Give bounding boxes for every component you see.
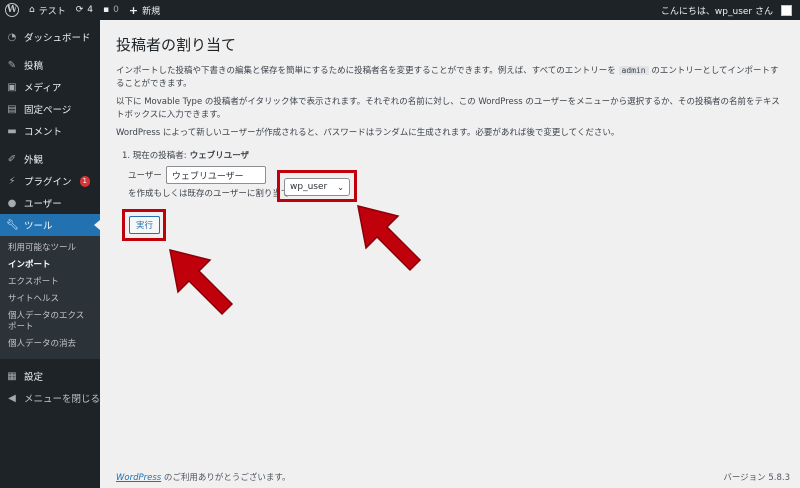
wordpress-link[interactable]: WordPress [116,473,161,483]
comment-bubble-icon: ▪ [103,5,110,15]
current-author-name: ウェブリユーザ [189,151,250,161]
sidebar-item-posts[interactable]: ✎ 投稿 [0,54,100,76]
comments-menu[interactable]: ▪ 0 [98,0,124,20]
sidebar-item-label: ツール [24,221,53,232]
assign-label: を作成もしくは既存のユーザーに割り当て: [128,189,293,199]
new-content-menu[interactable]: + 新規 [124,0,165,20]
password-paragraph: WordPress によって新しいユーザーが作成されると、パスワードはランダムに… [116,128,620,138]
footer-version: バージョン 5.8.3 [723,473,790,483]
user-icon: ● [7,197,17,209]
submenu-site-health[interactable]: サイトヘルス [0,291,100,308]
sidebar-item-label: 設定 [24,372,44,383]
current-author-label: 1. 現在の投稿者: [122,151,187,161]
site-name-menu[interactable]: ⌂ テスト [24,0,71,20]
sidebar-item-label: 固定ページ [24,105,72,116]
arrow-to-select-icon [357,204,422,272]
select-highlight-box [277,170,357,202]
admin-code: admin [618,66,649,75]
my-account-menu[interactable]: こんにちは、wp_user さん [656,0,800,20]
main-content: 投稿者の割り当て インポートした投稿や下書きの編集と保存を簡単にするために投稿者… [100,20,800,488]
user-name-input[interactable]: ウェブリユーザー [165,166,266,184]
footer-thanks-text: のご利用ありがとうございます。 [163,473,291,483]
sidebar-item-settings[interactable]: ▦ 設定 [0,365,100,387]
dashboard-icon: ◔ [7,31,17,43]
sidebar-item-label: メディア [24,83,62,94]
brush-icon: ✐ [7,153,17,165]
sidebar-item-appearance[interactable]: ✐ 外観 [0,148,100,170]
collapse-icon: ◀ [8,392,16,404]
comments-count: 0 [113,5,119,15]
wordpress-logo-icon: W [5,3,19,17]
sidebar-item-label: 外観 [24,155,44,166]
page-icon: ▤ [7,103,17,115]
footer-thanks: WordPress のご利用ありがとうございます。 [116,471,291,483]
tools-submenu: 利用可能なツール インポート エクスポート サイトヘルス 個人データのエクスポー… [0,236,100,359]
submenu-erase-personal-data[interactable]: 個人データの消去 [0,336,100,353]
updates-count: 4 [87,5,94,15]
updates-icon: ⟳ [75,5,84,15]
sidebar-item-media[interactable]: ▣ メディア [0,76,100,98]
new-label: 新規 [142,6,161,17]
submit-highlight-box [122,209,166,241]
wrench-icon: 🔧︎ [6,219,19,231]
plugin-icon: ⚡ [8,175,16,187]
sidebar-item-dashboard[interactable]: ◔ ダッシュボード [0,26,100,48]
submenu-available-tools[interactable]: 利用可能なツール [0,240,100,257]
sidebar-item-label: ダッシュボード [24,33,91,44]
user-label: ユーザー [128,171,162,181]
wp-logo-menu[interactable]: W [0,0,24,20]
plugin-update-badge: 1 [79,175,90,187]
settings-icon: ▦ [7,370,17,382]
admin-sidebar: ◔ ダッシュボード ✎ 投稿 ▣ メディア ▤ 固定ページ ▬ コメント ✐ 外観 ⚡ プラグ… [0,20,100,488]
page-title: 投稿者の割り当て [116,36,237,54]
intro-paragraph: インポートした投稿や下書きの編集と保存を簡単にするために投稿者名を変更することが… [116,64,786,91]
sidebar-item-tools[interactable]: 🔧︎ ツール [0,214,100,236]
admin-bar: W ⌂ テスト ⟳ 4 ▪ 0 + 新規 こんにちは、wp_user さん [0,0,800,20]
home-icon: ⌂ [29,5,35,15]
submenu-import[interactable]: インポート [0,257,100,274]
intro-text: インポートした投稿や下書きの編集と保存を簡単にするために投稿者名を変更することが… [116,66,616,76]
sidebar-item-label: コメント [24,127,63,138]
submenu-export-personal-data[interactable]: 個人データのエクスポート [0,308,96,336]
sidebar-item-pages[interactable]: ▤ 固定ページ [0,98,100,120]
sidebar-item-users[interactable]: ● ユーザー [0,192,100,214]
sidebar-item-label: プラグイン [24,177,72,188]
sidebar-item-plugins[interactable]: ⚡ プラグイン 1 [0,170,100,192]
arrow-to-submit-icon [169,248,234,316]
media-icon: ▣ [7,81,17,93]
pin-icon: ✎ [7,59,17,71]
submenu-export[interactable]: エクスポート [0,274,100,291]
sidebar-item-label: 投稿 [24,61,44,72]
comment-icon: ▬ [7,125,17,137]
sidebar-item-comments[interactable]: ▬ コメント [0,120,100,142]
author-mapping: 1. 現在の投稿者: ウェブリユーザ ユーザー ウェブリユーザー を作成もしくは… [122,149,422,199]
sidebar-item-label: メニューを閉じる [24,394,101,405]
site-name: テスト [38,6,66,17]
updates-menu[interactable]: ⟳ 4 [71,0,98,20]
avatar [781,4,792,16]
greeting: こんにちは、wp_user さん [660,6,773,17]
plus-icon: + [128,3,139,17]
collapse-menu-button[interactable]: ◀ メニューを閉じる [0,387,100,409]
sidebar-item-label: ユーザー [24,199,62,210]
authors-paragraph: 以下に Movable Type の投稿者がイタリック体で表示されます。それぞれ… [116,97,780,120]
